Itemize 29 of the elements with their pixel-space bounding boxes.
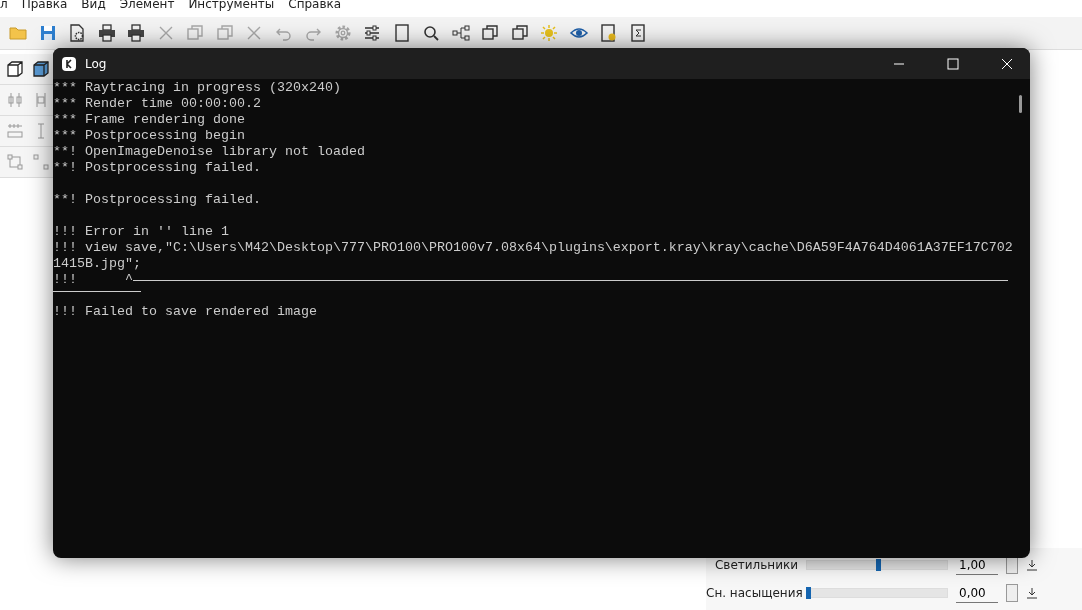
window-title: Log: [85, 56, 107, 71]
menu-item[interactable]: Правка: [21, 0, 68, 9]
number-field[interactable]: 0,00: [956, 583, 998, 603]
slider[interactable]: [806, 560, 948, 570]
log-line: *** Raytracing in progress (320x240): [53, 80, 341, 96]
log-line: !!! ^: [53, 272, 133, 288]
scrollbar-thumb[interactable]: [1019, 95, 1022, 113]
menu-item[interactable]: Инструменты: [188, 0, 275, 9]
slider-thumb[interactable]: [876, 559, 881, 571]
slider[interactable]: [806, 588, 948, 598]
slider-thumb[interactable]: [806, 587, 811, 599]
slider-label: Светильники: [713, 558, 798, 572]
log-line: **! Postprocessing failed.: [53, 160, 261, 176]
log-line: !!! view save,"C:\Users\M42\Desktop\777\PRO100\PRO100v7.08x64\plugins\export.kray\kray\cache\D6A59F4A764D4061A37EF17C702: [53, 240, 1013, 256]
log-line: **! OpenImageDenoise library not loaded: [53, 144, 365, 160]
menu-item[interactable]: л: [0, 0, 8, 9]
download-icon[interactable]: [1026, 559, 1038, 571]
log-line: !!! Failed to save rendered image: [53, 304, 317, 320]
log-line: *** Frame rendering done: [53, 112, 245, 128]
app-icon: [61, 55, 77, 72]
log-line: !!! Error in '' line 1: [53, 224, 229, 240]
log-line: *** Render time 00:00:00.2: [53, 96, 261, 112]
log-line: **! Postprocessing failed.: [53, 192, 261, 208]
cube-icon[interactable]: [6, 60, 24, 78]
log-line: *** Postprocessing begin: [53, 128, 245, 144]
menu-item[interactable]: Вид: [81, 0, 106, 9]
download-icon[interactable]: [1026, 587, 1038, 599]
log-line: 1415B.jpg";: [53, 256, 141, 272]
cube-icon[interactable]: [32, 60, 50, 78]
